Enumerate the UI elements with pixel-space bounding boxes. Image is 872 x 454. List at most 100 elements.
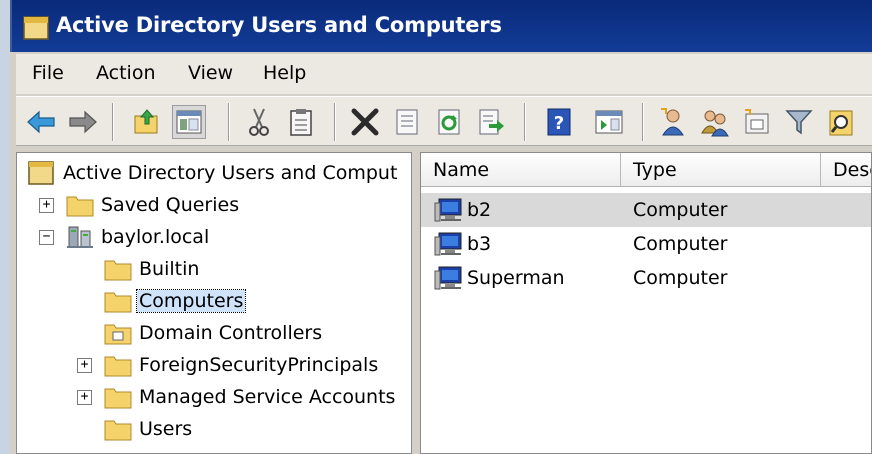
paste-icon <box>290 109 312 136</box>
refresh-icon <box>438 109 460 135</box>
tree-item-builtin[interactable]: Builtin <box>27 254 407 284</box>
title-bar[interactable]: Active Directory Users and Computers <box>10 0 872 52</box>
expand-toggle[interactable]: + <box>77 358 92 373</box>
tree-item-label: Builtin <box>139 258 200 280</box>
tree-root-label: Active Directory Users and Comput <box>63 162 398 184</box>
menu-bar: File Action View Help <box>16 54 872 94</box>
tree-item-label: baylor.local <box>101 226 210 248</box>
new-user-icon <box>661 108 684 136</box>
toolbar-separator <box>524 103 526 141</box>
new-ou-button[interactable] <box>740 105 774 139</box>
folder-icon <box>104 356 132 377</box>
help-icon: ? <box>547 108 571 136</box>
tree-item-label: Managed Service Accounts <box>139 386 396 408</box>
new-user-button[interactable] <box>656 105 690 139</box>
new-ou-icon <box>745 109 769 134</box>
window-title: Active Directory Users and Computers <box>56 13 502 37</box>
forward-button[interactable] <box>66 105 100 139</box>
cut-icon <box>249 108 269 136</box>
show-action-pane-button[interactable] <box>592 105 626 139</box>
tree-item-computers[interactable]: Computers <box>27 286 407 316</box>
up-one-level-button[interactable] <box>130 105 164 139</box>
toolbar-separator <box>334 103 336 141</box>
find-button[interactable] <box>824 105 858 139</box>
toolbar-separator <box>642 103 644 141</box>
tree-item-label: Saved Queries <box>101 194 240 216</box>
cut-button[interactable] <box>242 105 276 139</box>
column-header-type[interactable]: Type <box>621 153 821 187</box>
tree-item-label: Users <box>139 418 193 440</box>
folder-icon <box>66 196 94 217</box>
delete-button[interactable] <box>348 105 382 139</box>
row-type: Computer <box>633 233 728 255</box>
refresh-button[interactable] <box>432 105 466 139</box>
folder-icon <box>104 292 132 313</box>
back-arrow-icon <box>27 110 55 134</box>
folder-icon <box>104 260 132 281</box>
expand-toggle[interactable]: + <box>39 198 54 213</box>
computer-icon <box>434 266 462 290</box>
list-row[interactable]: Superman Computer <box>421 261 871 295</box>
row-name: Superman <box>467 267 565 289</box>
up-folder-icon <box>134 109 158 134</box>
tree-item-domain[interactable]: − baylor.local <box>27 222 407 252</box>
filter-icon <box>785 110 813 135</box>
tree-item-domain-controllers[interactable]: Domain Controllers <box>27 318 407 348</box>
column-header-description[interactable]: Desc <box>821 153 871 187</box>
paste-button[interactable] <box>284 105 318 139</box>
console-tree: Active Directory Users and Comput + Save… <box>16 152 412 454</box>
new-group-button[interactable] <box>698 105 732 139</box>
show-hide-console-tree-icon <box>176 110 202 134</box>
help-button[interactable]: ? <box>542 105 576 139</box>
pane-splitter[interactable] <box>412 152 420 454</box>
back-button[interactable] <box>24 105 58 139</box>
folder-console-icon <box>23 16 49 40</box>
tree-root[interactable]: Active Directory Users and Comput <box>27 158 411 188</box>
svg-text:?: ? <box>554 113 564 134</box>
computer-icon <box>434 198 462 222</box>
results-list: Name Type Desc b2 Computer b3 Computer S… <box>420 152 872 454</box>
domain-icon <box>67 226 93 248</box>
export-list-icon <box>479 109 504 135</box>
new-group-icon <box>701 110 729 137</box>
folder-icon <box>104 388 132 409</box>
properties-icon <box>396 109 418 135</box>
list-header: Name Type Desc <box>421 153 871 187</box>
toolbar: ? <box>16 96 872 146</box>
row-name: b2 <box>467 199 492 221</box>
delete-icon <box>351 108 379 136</box>
ou-folder-icon <box>104 324 132 345</box>
filter-button[interactable] <box>782 105 816 139</box>
folder-console-icon <box>28 161 54 185</box>
export-list-button[interactable] <box>474 105 508 139</box>
expand-toggle[interactable]: + <box>77 390 92 405</box>
tree-item-label: ForeignSecurityPrincipals <box>139 354 379 376</box>
column-header-name[interactable]: Name <box>421 153 621 187</box>
row-name: b3 <box>467 233 492 255</box>
computer-icon <box>434 232 462 256</box>
menu-action[interactable]: Action <box>96 62 156 84</box>
row-type: Computer <box>633 267 728 289</box>
tree-item-label: Domain Controllers <box>139 322 323 344</box>
menu-view[interactable]: View <box>188 62 233 84</box>
show-action-pane-icon <box>595 110 623 134</box>
menu-file[interactable]: File <box>32 62 64 84</box>
mmc-window: Active Directory Users and Computers Fil… <box>10 0 872 454</box>
tree-item-label-selected: Computers <box>135 289 247 313</box>
properties-button[interactable] <box>390 105 424 139</box>
show-hide-console-tree-button[interactable] <box>172 105 206 139</box>
tree-item-managed-service-accounts[interactable]: + Managed Service Accounts <box>27 382 407 412</box>
menu-help[interactable]: Help <box>263 62 306 84</box>
toolbar-separator <box>112 103 114 141</box>
find-icon <box>829 110 853 136</box>
tree-item-users[interactable]: Users <box>27 414 407 444</box>
row-type: Computer <box>633 199 728 221</box>
collapse-toggle[interactable]: − <box>39 230 54 245</box>
toolbar-separator <box>228 103 230 141</box>
list-row[interactable]: b3 Computer <box>421 227 871 261</box>
tree-item-foreign-security-principals[interactable]: + ForeignSecurityPrincipals <box>27 350 407 380</box>
folder-icon <box>104 420 132 441</box>
tree-item-saved-queries[interactable]: + Saved Queries <box>27 190 407 220</box>
forward-arrow-icon <box>69 110 97 134</box>
list-row[interactable]: b2 Computer <box>421 193 871 227</box>
